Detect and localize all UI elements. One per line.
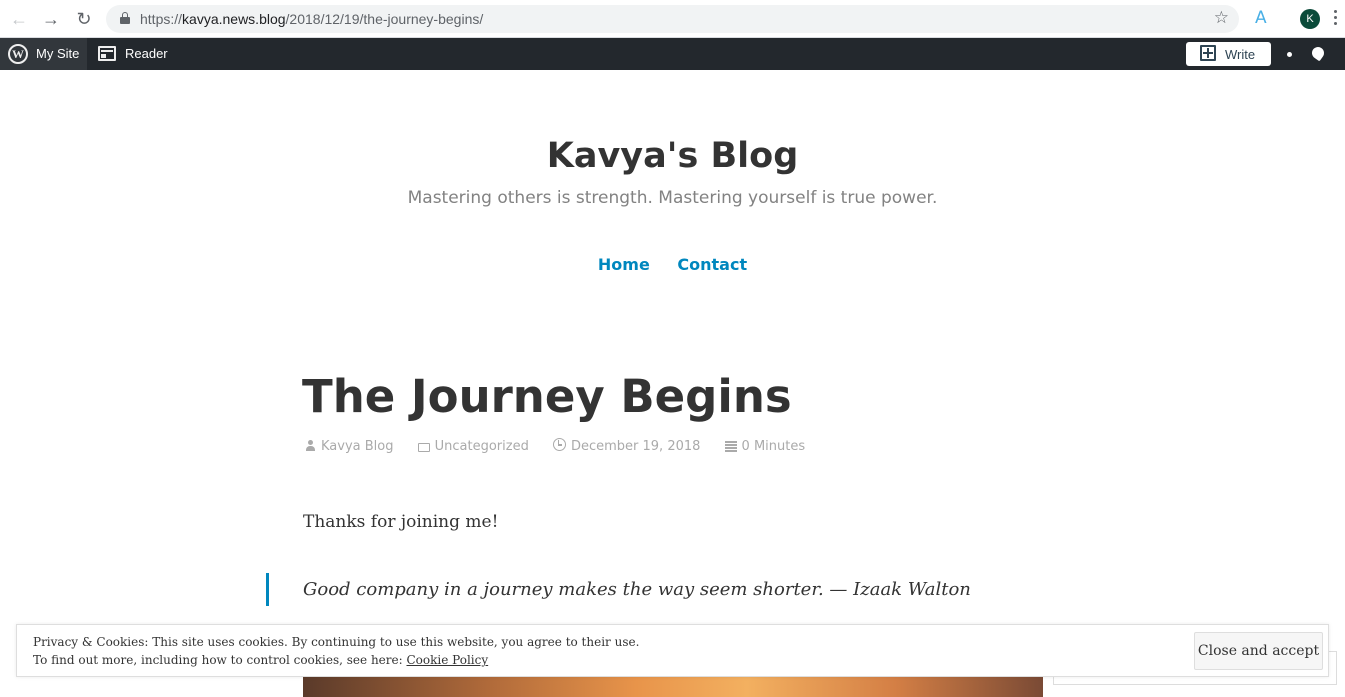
wordpress-logo-icon: W <box>8 44 28 64</box>
my-site-button[interactable]: W My Site <box>0 38 87 70</box>
write-label: Write <box>1225 47 1256 62</box>
site-title[interactable]: Kavya's Blog <box>0 136 1345 176</box>
author-name: Kavya Blog <box>321 439 394 454</box>
folder-icon <box>417 443 430 452</box>
url-text[interactable]: https://kavya.news.blog/2018/12/19/the-j… <box>140 11 483 27</box>
clock-icon <box>552 438 566 451</box>
post-category[interactable]: Uncategorized <box>417 439 529 454</box>
url-path: /2018/12/19/the-journey-begins/ <box>285 11 484 27</box>
browser-menu-icon[interactable] <box>1334 10 1338 28</box>
close-and-accept-button[interactable]: Close and accept <box>1194 632 1323 670</box>
reading-time-text: 0 Minutes <box>741 439 806 454</box>
cookie-banner: Privacy & Cookies: This site uses cookie… <box>16 624 1329 677</box>
cookie-policy-link[interactable]: Cookie Policy <box>406 653 488 667</box>
date-text: December 19, 2018 <box>570 439 701 454</box>
notifications-bell-icon[interactable] <box>1309 45 1327 63</box>
site-navigation: Home Contact <box>0 255 1345 274</box>
author-icon <box>305 440 316 451</box>
quote-text: Good company in a journey makes the way … <box>303 579 971 600</box>
site-description: Mastering others is strength. Mastering … <box>407 188 938 208</box>
cookie-text: Privacy & Cookies: This site uses cookie… <box>33 633 639 669</box>
reader-icon <box>98 46 116 61</box>
reload-icon[interactable]: ↻ <box>73 8 95 30</box>
post-date[interactable]: December 19, 2018 <box>552 438 701 454</box>
category-name: Uncategorized <box>434 439 529 454</box>
reading-time-icon <box>724 440 737 451</box>
nav-contact-link[interactable]: Contact <box>677 255 747 274</box>
reader-button[interactable]: Reader <box>87 38 177 70</box>
reader-label: Reader <box>125 46 168 61</box>
url-host: kavya.news.blog <box>182 11 286 27</box>
post-blockquote: Good company in a journey makes the way … <box>266 573 971 606</box>
lock-icon <box>120 12 130 24</box>
url-scheme: https:// <box>140 11 183 27</box>
post-paragraph: Thanks for joining me! <box>303 512 499 532</box>
cookie-line-2-text: To find out more, including how to contr… <box>33 653 407 667</box>
my-site-label: My Site <box>36 46 80 61</box>
cookie-line-1: Privacy & Cookies: This site uses cookie… <box>33 635 640 649</box>
post-reading-time: 0 Minutes <box>724 439 806 454</box>
address-bar[interactable]: https://kavya.news.blog/2018/12/19/the-j… <box>106 5 1239 33</box>
write-button[interactable]: Write <box>1186 42 1271 66</box>
back-icon[interactable]: ← <box>8 8 30 30</box>
extension-icon[interactable]: A <box>1255 8 1267 28</box>
featured-image <box>303 677 1043 697</box>
cookie-line-2: To find out more, including how to contr… <box>33 651 639 669</box>
browser-toolbar: ← → ↻ https://kavya.news.blog/2018/12/19… <box>0 0 1345 38</box>
write-plus-icon <box>1200 45 1216 61</box>
post-meta: Kavya Blog Uncategorized December 19, 20… <box>305 438 825 456</box>
bookmark-star-icon[interactable]: ☆ <box>1214 8 1229 28</box>
notification-dot-icon <box>1287 52 1292 57</box>
forward-icon[interactable]: → <box>40 8 62 30</box>
nav-home-link[interactable]: Home <box>598 255 650 274</box>
post-author[interactable]: Kavya Blog <box>305 439 393 454</box>
profile-avatar[interactable]: K <box>1300 9 1320 29</box>
post-title: The Journey Begins <box>302 370 792 423</box>
wp-admin-bar: W My Site Reader Write <box>0 38 1345 70</box>
